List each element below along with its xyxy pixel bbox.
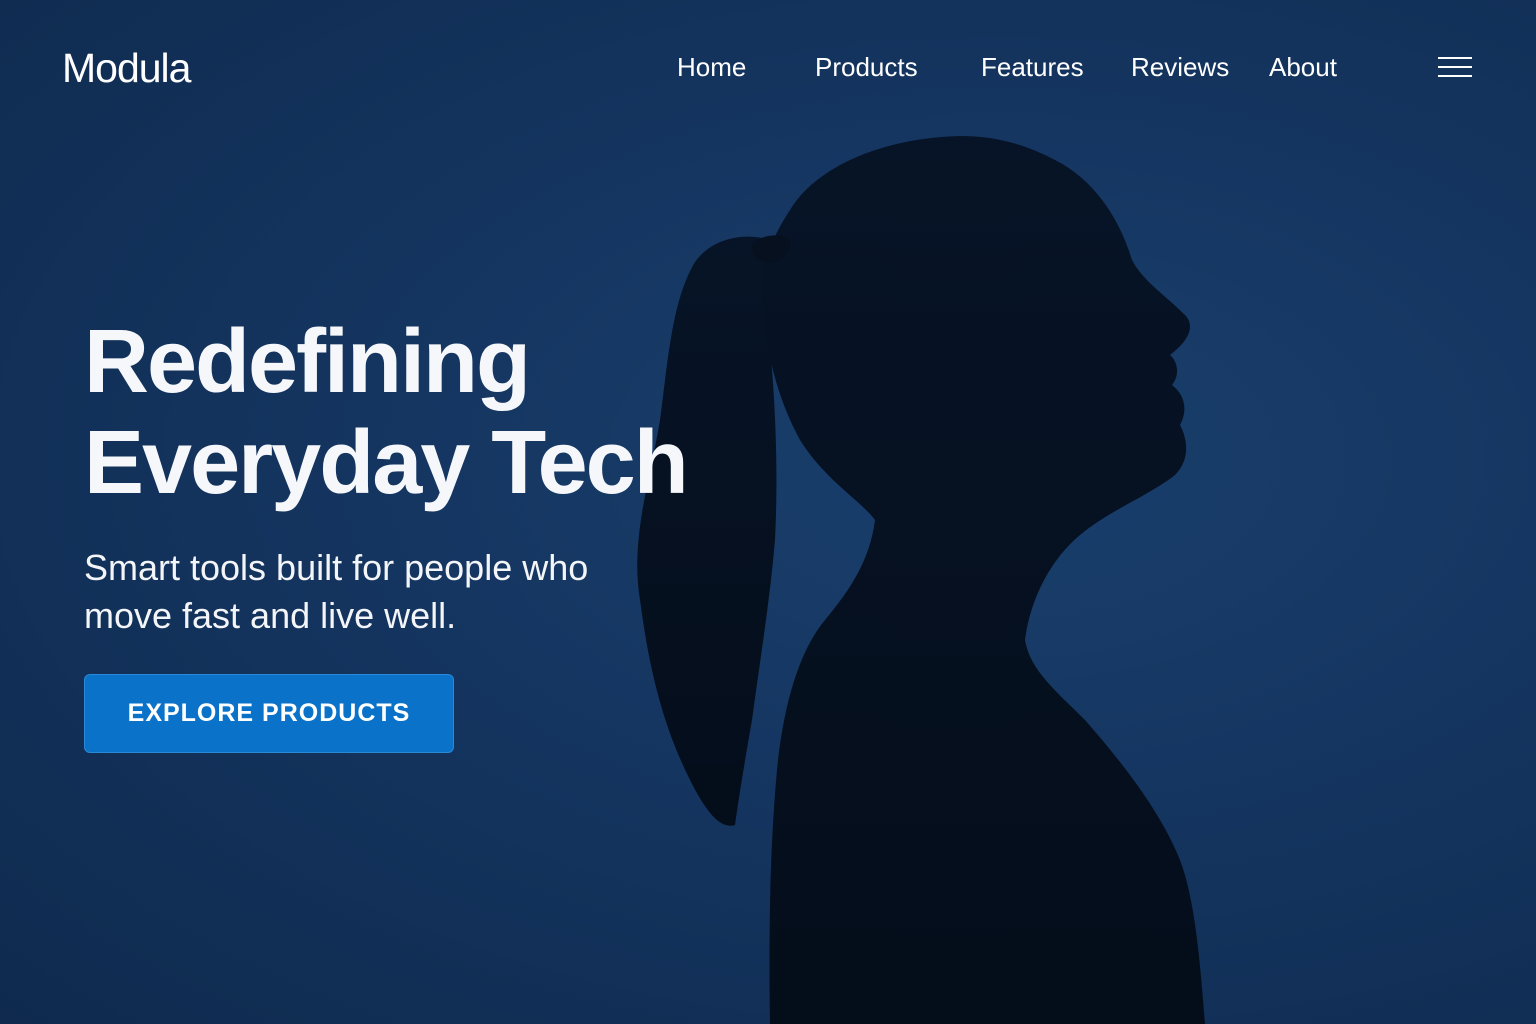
menu-bar (1438, 57, 1472, 59)
hero-title-line-2: Everyday Tech (84, 413, 689, 513)
explore-products-button[interactable]: EXPLORE PRODUCTS (84, 674, 454, 753)
nav-link-features[interactable]: Features (981, 48, 1084, 86)
menu-bar (1438, 75, 1472, 77)
hero-section: Redefining Everyday Tech Smart tools bui… (84, 312, 744, 640)
hamburger-menu-icon[interactable] (1430, 52, 1480, 84)
hero-title: Redefining Everyday Tech (84, 312, 744, 514)
hero-subtitle: Smart tools built for people who move fa… (84, 547, 589, 636)
site-header: Modula Home Products Features Reviews Ab… (0, 0, 1536, 134)
main-nav: Home Products Features Reviews About (0, 48, 1536, 88)
nav-link-about[interactable]: About (1269, 48, 1337, 86)
menu-bar (1438, 66, 1472, 68)
nav-link-products[interactable]: Products (815, 48, 918, 86)
hero-title-line-1: Redefining (84, 312, 531, 412)
nav-link-reviews[interactable]: Reviews (1131, 48, 1229, 86)
nav-link-home[interactable]: Home (677, 48, 746, 86)
